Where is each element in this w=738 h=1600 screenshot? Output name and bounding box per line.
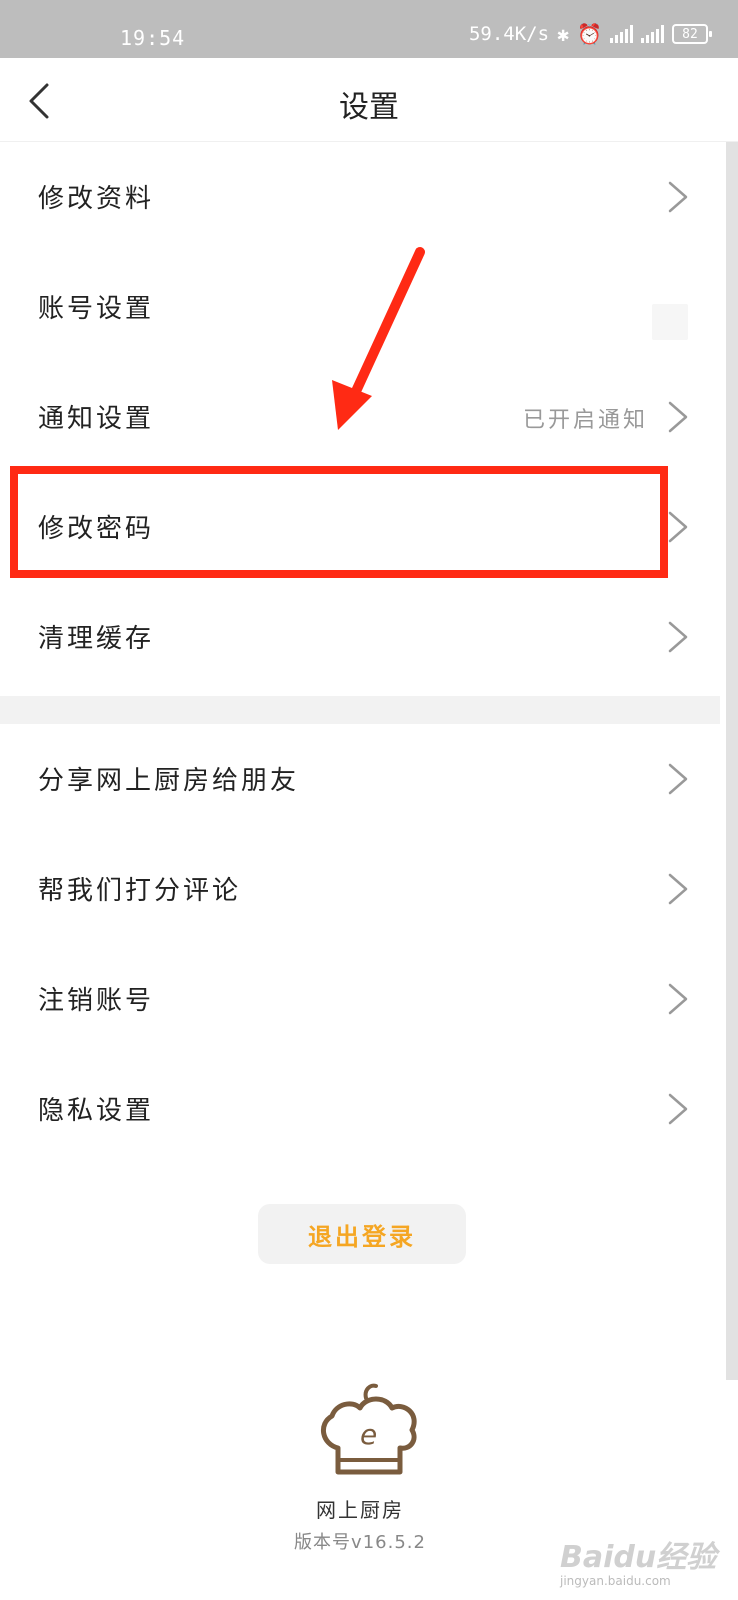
- chevron-right-icon: [668, 621, 688, 653]
- settings-item-privacy-settings[interactable]: 隐私设置: [0, 1054, 720, 1164]
- watermark-subtext: jingyan.baidu.com: [560, 1574, 671, 1588]
- alarm-icon: ⏰: [577, 22, 602, 46]
- settings-item-label: 隐私设置: [38, 1096, 155, 1126]
- notification-status: 已开启通知: [522, 408, 648, 433]
- signal-5g-icon: [610, 25, 633, 43]
- chef-hat-logo-icon: e: [321, 1383, 417, 1475]
- chevron-right-icon: [668, 511, 688, 543]
- settings-item-label: 账号设置: [38, 294, 155, 324]
- settings-item-edit-profile[interactable]: 修改资料: [0, 142, 720, 252]
- settings-item-label: 分享网上厨房给朋友: [38, 766, 300, 796]
- settings-item-notification-settings[interactable]: 通知设置 已开启通知: [0, 362, 720, 472]
- settings-item-share-app[interactable]: 分享网上厨房给朋友: [0, 724, 720, 834]
- chevron-right-icon: [668, 1093, 688, 1125]
- settings-item-label: 帮我们打分评论: [38, 876, 242, 906]
- settings-item-label: 修改资料: [38, 184, 155, 214]
- chevron-right-icon: [668, 181, 688, 213]
- chevron-right-icon: [668, 873, 688, 905]
- watermark: Baidu经验 jingyan.baidu.com: [560, 1532, 716, 1588]
- svg-text:e: e: [360, 1418, 377, 1451]
- status-bar: 19:54 59.4K/s ✱ ⏰ 82: [0, 0, 738, 58]
- chevron-right-icon: [668, 983, 688, 1015]
- status-icons: 59.4K/s ✱ ⏰ 82: [468, 22, 712, 46]
- nav-bar: 设置: [0, 58, 738, 142]
- settings-item-account-settings[interactable]: 账号设置: [0, 252, 720, 362]
- bluetooth-icon: ✱: [557, 22, 570, 46]
- settings-item-clear-cache[interactable]: 清理缓存: [0, 582, 720, 692]
- settings-item-change-password[interactable]: 修改密码: [0, 472, 720, 582]
- logout-button[interactable]: 退出登录: [258, 1204, 466, 1264]
- settings-item-label: 清理缓存: [38, 624, 155, 654]
- brand-name: 网上厨房: [316, 1498, 404, 1522]
- page-title: 设置: [339, 90, 399, 125]
- scrollbar[interactable]: [726, 142, 738, 1380]
- settings-item-rate-app[interactable]: 帮我们打分评论: [0, 834, 720, 944]
- section-divider: [0, 696, 720, 724]
- settings-item-label: 通知设置: [38, 404, 155, 434]
- battery-icon: 82: [672, 24, 712, 44]
- signal-4g-icon: [641, 25, 664, 43]
- watermark-text: Baidu经验: [560, 1540, 717, 1575]
- settings-item-label: 修改密码: [38, 514, 155, 544]
- settings-item-delete-account[interactable]: 注销账号: [0, 944, 720, 1054]
- status-time: 19:54: [120, 26, 186, 50]
- battery-level: 82: [682, 26, 698, 42]
- chevron-right-icon: [668, 401, 688, 433]
- network-speed: 59.4K/s: [468, 23, 550, 45]
- placeholder-square-icon: [652, 304, 688, 340]
- settings-item-label: 注销账号: [38, 986, 155, 1016]
- chevron-right-icon: [668, 763, 688, 795]
